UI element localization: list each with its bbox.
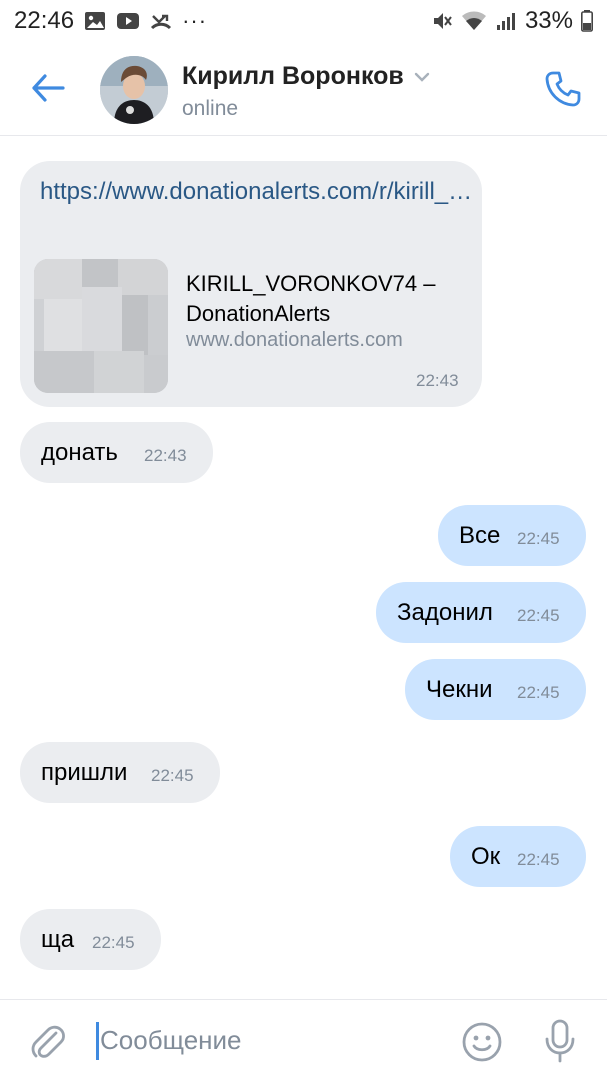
more-notifications-icon: ···: [182, 8, 208, 33]
message-time: 22:43: [144, 446, 187, 465]
message-bubble[interactable]: Ок 22:45: [450, 826, 586, 887]
contact-name-text: Кирилл Воронков: [182, 62, 404, 90]
message-text: донать: [41, 439, 118, 466]
message-text: Все: [459, 522, 501, 549]
message-time: 22:45: [517, 529, 560, 548]
message-link[interactable]: https://www.donationalerts.com/r/kirill_…: [40, 175, 472, 209]
message-composer: [0, 999, 607, 1080]
link-message-bubble[interactable]: https://www.donationalerts.com/r/kirill_…: [20, 161, 482, 407]
mute-icon: [431, 10, 453, 32]
status-time: 22:46: [14, 7, 75, 34]
youtube-notification-icon: [116, 12, 140, 30]
call-button[interactable]: [540, 66, 586, 112]
message-bubble[interactable]: Чекни 22:45: [405, 659, 586, 720]
message-bubble[interactable]: Задонил 22:45: [376, 582, 586, 643]
phone-icon: [545, 71, 581, 107]
message-time: 22:45: [151, 766, 194, 785]
missed-call-icon: [150, 10, 172, 32]
link-preview-domain: www.donationalerts.com: [186, 329, 403, 351]
microphone-icon: [545, 1019, 575, 1063]
smile-icon: [462, 1022, 502, 1062]
message-text: ща: [41, 926, 75, 953]
back-button[interactable]: [28, 68, 68, 108]
message-input[interactable]: [100, 1018, 440, 1062]
battery-icon: [581, 10, 593, 32]
emoji-button[interactable]: [460, 1020, 504, 1064]
attach-button[interactable]: [28, 1020, 68, 1062]
signal-icon: [495, 10, 517, 32]
message-time: 22:45: [517, 850, 560, 869]
contact-name[interactable]: Кирилл Воронков: [182, 62, 430, 91]
status-bar: 22:46 ··· 33%: [0, 0, 607, 42]
chat-header: Кирилл Воронков online: [0, 42, 607, 136]
message-text: Чекни: [426, 676, 493, 703]
paperclip-icon: [31, 1025, 65, 1058]
message-time: 22:45: [517, 606, 560, 625]
message-bubble[interactable]: Все 22:45: [438, 505, 586, 566]
wifi-icon: [461, 10, 487, 32]
message-list[interactable]: https://www.donationalerts.com/r/kirill_…: [0, 137, 607, 999]
gallery-notification-icon: [84, 11, 106, 31]
message-bubble[interactable]: пришли 22:45: [20, 742, 220, 803]
message-bubble[interactable]: ща 22:45: [20, 909, 161, 970]
link-preview-title[interactable]: KIRILL_VORONKOV74 – DonationAlerts: [186, 269, 476, 329]
arrow-left-icon: [32, 74, 65, 102]
message-bubble[interactable]: донать 22:43: [20, 422, 213, 483]
message-text: Задонил: [397, 599, 493, 626]
message-time: 22:43: [416, 371, 459, 390]
contact-status: online: [182, 97, 239, 120]
avatar[interactable]: [100, 56, 168, 124]
link-preview-thumbnail[interactable]: [34, 259, 168, 393]
message-time: 22:45: [517, 683, 560, 702]
battery-percent: 33%: [524, 7, 573, 34]
message-time: 22:45: [92, 933, 135, 952]
voice-message-button[interactable]: [540, 1018, 580, 1064]
text-caret: [96, 1022, 99, 1060]
message-text: пришли: [41, 759, 128, 786]
message-text: Ок: [471, 843, 501, 870]
chevron-down-icon: [414, 72, 429, 82]
